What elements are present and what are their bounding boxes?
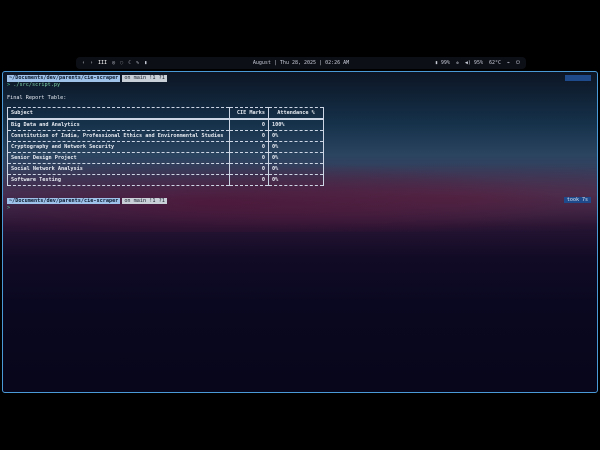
cell-attendance: 0% [268, 152, 324, 164]
moon-icon[interactable]: ☾ [128, 60, 131, 66]
cell-subject: Big Data and Analytics [7, 119, 230, 131]
prompt-git-status: on main !1 ?1 [122, 75, 167, 82]
cell-attendance: 100% [268, 119, 324, 131]
cell-cie-marks: 0 [229, 130, 269, 142]
battery-icon: ▮ [144, 60, 148, 66]
workspace-icon[interactable]: ◎ [112, 60, 115, 66]
workspace-next-icon[interactable]: › [90, 60, 93, 66]
cell-subject: Senior Design Project [7, 152, 230, 164]
cell-cie-marks: 0 [229, 163, 269, 175]
column-header-subject: Subject [7, 107, 230, 120]
temperature-status: 62°C [488, 60, 502, 66]
workspace-indicators: ‹ › III ◎ ◌ ☾ ✎ ▮ [82, 60, 147, 66]
report-table: Subject CIE Marks Attendance % Big Data … [7, 107, 324, 186]
edit-icon[interactable]: ✎ [136, 60, 139, 66]
command-line: > ./src/script.py [7, 82, 593, 89]
volume-status[interactable]: ◀) 95% [465, 60, 483, 66]
cell-cie-marks: 0 [229, 119, 269, 131]
cell-cie-marks: 0 [229, 152, 269, 164]
battery-status[interactable]: ▮ 99% [435, 60, 450, 66]
prompt-line: ~/Documents/dev/parents/cie-scraper on ma… [7, 197, 593, 204]
cell-subject: Social Network Analysis [7, 163, 230, 175]
cell-cie-marks: 0 [229, 174, 269, 186]
cell-subject: Cryptography and Network Security [7, 141, 230, 153]
table-row: Software Testing 0 0% [7, 174, 324, 186]
column-header-attendance: Attendance % [268, 107, 324, 120]
command-duration: took 7s [563, 197, 591, 204]
terminal-output: ~/Documents/dev/parents/cie-scraper on ma… [7, 75, 593, 211]
command-text: ./src/script.py [13, 82, 61, 89]
cell-cie-marks: 0 [229, 141, 269, 153]
cell-attendance: 0% [268, 174, 324, 186]
power-icon[interactable]: ⏻ [516, 60, 520, 66]
table-row: Big Data and Analytics 0 100% [7, 119, 324, 131]
report-heading: Final Report Table: [7, 95, 67, 101]
table-header-row: Subject CIE Marks Attendance % [7, 107, 324, 120]
column-header-cie-marks: CIE Marks [229, 107, 269, 120]
prompt-path: ~/Documents/dev/parents/cie-scraper [7, 75, 121, 82]
network-icon[interactable]: ⌁ [507, 60, 510, 66]
system-tray: ▮ 99% ✲ ◀) 95% 62°C ⌁ ⏻ [435, 60, 520, 66]
prompt-arrow: > [7, 204, 11, 211]
cell-attendance: 0% [268, 163, 324, 175]
workspace-prev-icon[interactable]: ‹ [82, 60, 85, 66]
cell-attendance: 0% [268, 141, 324, 153]
workspace-icon[interactable]: ◌ [120, 60, 123, 66]
workspace-active[interactable]: III [98, 60, 107, 66]
brightness-icon[interactable]: ✲ [456, 60, 459, 66]
command-line[interactable]: > [7, 204, 593, 211]
prompt-path: ~/Documents/dev/parents/cie-scraper [7, 197, 121, 204]
prompt-git-status: on main !1 ?1 [122, 197, 167, 204]
table-row: Constitution of India, Professional Ethi… [7, 130, 324, 142]
cell-subject: Constitution of India, Professional Ethi… [7, 130, 230, 142]
terminal-window[interactable]: ~/Documents/dev/parents/cie-scraper on ma… [2, 71, 598, 393]
table-row: Social Network Analysis 0 0% [7, 163, 324, 175]
cell-attendance: 0% [268, 130, 324, 142]
prompt-line: ~/Documents/dev/parents/cie-scraper on ma… [7, 75, 593, 82]
table-row: Senior Design Project 0 0% [7, 152, 324, 164]
table-row: Cryptography and Network Security 0 0% [7, 141, 324, 153]
top-status-bar: ‹ › III ◎ ◌ ☾ ✎ ▮ August | Thu 28, 2025 … [76, 57, 526, 69]
cell-subject: Software Testing [7, 174, 230, 186]
